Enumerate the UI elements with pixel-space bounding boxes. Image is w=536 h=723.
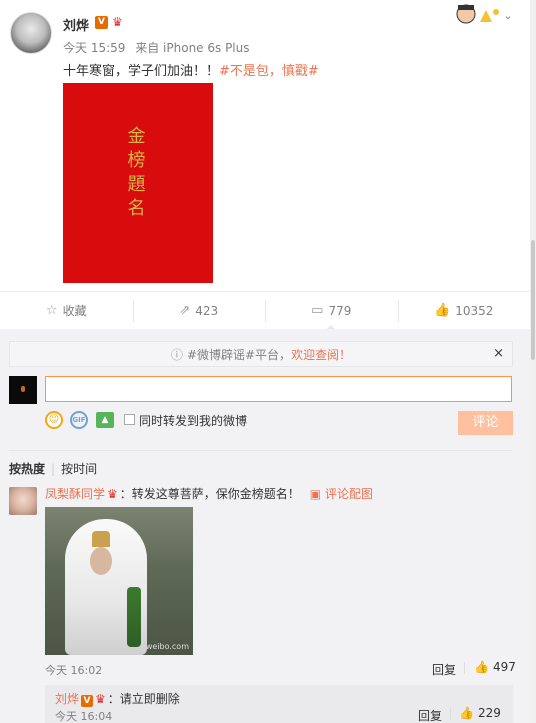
image-upload-icon[interactable]: ▲	[96, 412, 114, 428]
commenter-name[interactable]: 凤梨酥同学	[45, 487, 105, 501]
comment-reply-button[interactable]: 回复	[432, 661, 456, 678]
comment-button[interactable]: ▭ 779	[265, 292, 398, 331]
thumbs-up-icon: 👍	[459, 706, 474, 720]
sub-reply-author[interactable]: 刘烨	[55, 692, 79, 706]
repost-icon: ⇗	[179, 303, 191, 318]
current-user-avatar	[9, 376, 37, 404]
divider	[450, 708, 451, 720]
repost-button[interactable]: ⇗ 423	[132, 292, 266, 330]
tab-separator: |	[51, 462, 56, 476]
comment-image-link[interactable]: ▣ 评论配图	[310, 487, 373, 501]
notice-text: #微博辟谣#平台，	[186, 347, 292, 362]
comment-like-count: 497	[492, 660, 516, 674]
poster-title: 金榜題名	[127, 126, 147, 219]
image-face	[90, 547, 112, 575]
crown-icon: ♛	[95, 692, 106, 706]
image-icon: ▣	[309, 487, 325, 501]
comment-like-button[interactable]: 👍 497	[474, 660, 516, 674]
sub-reply-like-count: 229	[477, 706, 501, 720]
post-time[interactable]: 今天 15:59	[63, 41, 125, 55]
divider	[464, 662, 465, 674]
notice-link[interactable]: 欢迎查阅！	[291, 346, 351, 363]
sub-reply-like-button[interactable]: 👍 229	[459, 706, 501, 720]
like-button[interactable]: 👍 10352	[397, 292, 531, 330]
divider	[9, 450, 513, 451]
decorative-banner-icon	[456, 4, 499, 24]
comment-image[interactable]: weibo.com	[45, 507, 193, 655]
comment-image-link-label: 评论配图	[324, 487, 373, 501]
comment-section: ⓘ #微博辟谣#平台， 欢迎查阅！ × ☺ GIF ▲ 同时转发到我的微博 评论 …	[0, 329, 530, 723]
like-count: 10352	[455, 303, 494, 318]
thumbs-up-icon: 👍	[434, 303, 451, 318]
verified-badge-icon: V	[95, 16, 108, 29]
crown-icon: ♛	[107, 487, 118, 501]
image-watermark: weibo.com	[145, 642, 189, 651]
sub-reply-header: 刘烨 V ♛ ：请立即删除	[55, 690, 180, 707]
post-meta: 今天 15:59 来自 iPhone 6s Plus	[63, 39, 250, 56]
sub-reply-button[interactable]: 回复	[418, 707, 442, 723]
thumbs-up-icon: 👍	[474, 660, 489, 674]
tab-sort-time[interactable]: 按时间	[61, 462, 97, 476]
post-image[interactable]: 金榜題名	[63, 83, 213, 283]
info-icon: ⓘ	[170, 347, 183, 362]
verified-badge-icon: V	[81, 695, 94, 707]
commenter-avatar[interactable]	[9, 487, 37, 515]
scrollbar-thumb[interactable]	[531, 240, 535, 360]
sub-reply: 刘烨 V ♛ ：请立即删除 今天 16:04 回复 👍 229	[45, 685, 513, 723]
author-name[interactable]: 刘烨	[63, 15, 89, 34]
post-text-plain: 十年寒窗，学子们加油！！	[63, 64, 220, 79]
emoji-icon[interactable]: ☺	[45, 411, 63, 429]
comment-icon: ▭	[311, 303, 324, 318]
image-plant	[127, 587, 141, 647]
comment-toolbar: ☺ GIF ▲ 同时转发到我的微博	[45, 411, 515, 431]
repost-checkbox[interactable]	[124, 414, 135, 425]
comment-header: 凤梨酥同学 ♛ ：转发这尊菩萨，保你金榜题名！ ▣ 评论配图	[45, 485, 373, 502]
author-avatar[interactable]	[10, 12, 52, 54]
chevron-down-icon[interactable]: ⌄	[502, 10, 514, 22]
scrollbar[interactable]	[530, 0, 536, 723]
comment-count: 779	[328, 303, 352, 318]
post-text: 十年寒窗，学子们加油！！#不是包，慎戳#	[63, 60, 319, 79]
weibo-post: 刘烨 V ♛ 今天 15:59 来自 iPhone 6s Plus 十年寒窗，学…	[0, 0, 536, 300]
tab-sort-hot[interactable]: 按热度	[9, 462, 45, 476]
post-action-bar: ☆ 收藏 ⇗ 423 ▭ 779 👍 10352	[0, 291, 531, 331]
gif-icon[interactable]: GIF	[70, 411, 88, 429]
comment-sort-tabs: 按热度 | 按时间	[9, 460, 97, 477]
close-icon[interactable]: ×	[493, 346, 504, 362]
repost-count: 423	[195, 303, 219, 318]
comment-time: 今天 16:02	[45, 664, 103, 677]
submit-comment-button[interactable]: 评论	[458, 411, 513, 435]
favorite-button[interactable]: ☆ 收藏	[0, 292, 133, 330]
sub-reply-time: 今天 16:04	[55, 710, 113, 723]
sub-reply-text: ：请立即删除	[107, 692, 180, 706]
comment-text: ：转发这尊菩萨，保你金榜题名！	[119, 487, 300, 501]
comment-input[interactable]	[45, 376, 512, 402]
post-hashtag[interactable]: #不是包，慎戳#	[219, 64, 319, 79]
image-headdress	[92, 531, 110, 547]
star-icon: ☆	[45, 303, 58, 318]
favorite-label: 收藏	[62, 304, 87, 318]
post-source: 来自 iPhone 6s Plus	[135, 41, 250, 55]
crown-icon: ♛	[112, 15, 123, 29]
repost-checkbox-label[interactable]: 同时转发到我的微博	[139, 412, 247, 429]
rumor-notice-banner: ⓘ #微博辟谣#平台， 欢迎查阅！ ×	[9, 341, 513, 367]
